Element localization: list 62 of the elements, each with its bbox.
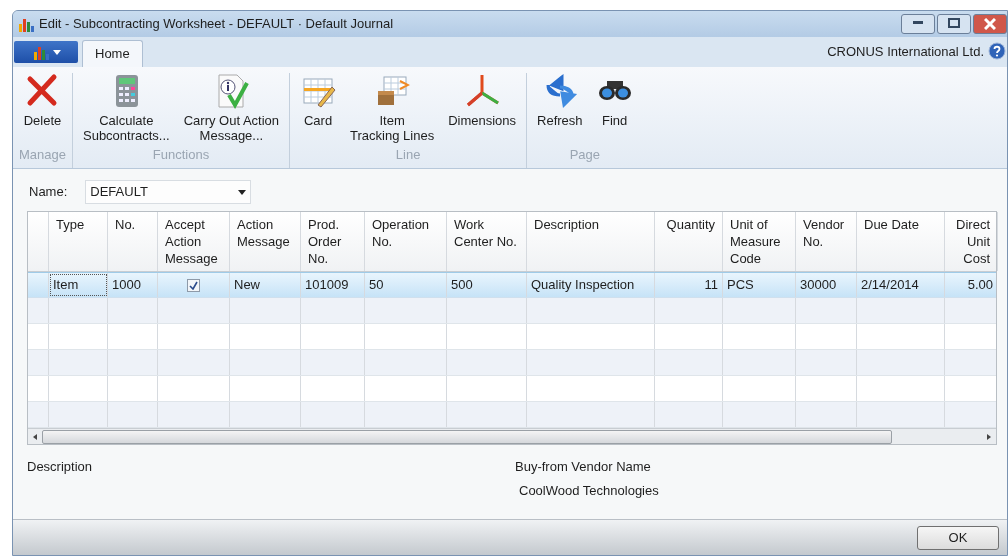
- maximize-button[interactable]: [937, 14, 971, 34]
- table-cell: 101009: [301, 273, 365, 297]
- ribbon-action-button[interactable]: Delete: [19, 73, 66, 128]
- column-header[interactable]: Unit of Measure Code: [723, 212, 796, 271]
- name-label: Name:: [29, 183, 68, 202]
- table-cell: Quality Inspection: [527, 273, 655, 297]
- ribbon-action-button[interactable]: Refresh: [533, 73, 587, 128]
- ribbon-action-button[interactable]: Calculate Subcontracts...: [79, 73, 174, 143]
- ribbon-group-label: Manage: [19, 145, 66, 164]
- column-header[interactable]: Prod. Order No.: [301, 212, 365, 271]
- vendor-name-value: CoolWood Technologies: [519, 481, 659, 500]
- table-cell: New: [230, 273, 301, 297]
- ribbon-action-button[interactable]: Dimensions: [444, 73, 521, 128]
- horizontal-scrollbar[interactable]: [28, 428, 996, 444]
- scroll-right-icon[interactable]: [987, 433, 991, 440]
- company-name: CRONUS International Ltd.: [827, 42, 984, 61]
- minimize-button[interactable]: [901, 14, 935, 34]
- scroll-left-icon[interactable]: [33, 433, 37, 440]
- table-row[interactable]: Item 1000 New 101009 50 500 Quality Inspection 11 PCS 30000 2/14/2014 5.00: [28, 272, 996, 298]
- description-label: Description: [27, 458, 94, 476]
- column-header[interactable]: Direct Unit Cost: [945, 212, 998, 271]
- column-header[interactable]: Due Date: [857, 212, 945, 271]
- axes-icon: [464, 73, 501, 109]
- application-menu-button[interactable]: [14, 41, 78, 63]
- table-cell: 1000: [108, 273, 158, 297]
- vendor-name-label: Buy-from Vendor Name: [515, 458, 652, 476]
- column-header[interactable]: No.: [108, 212, 158, 271]
- table-cell: PCS: [723, 273, 796, 297]
- ribbon-tab[interactable]: Home: [82, 40, 143, 67]
- caret-icon: [52, 49, 61, 55]
- maximize-icon: [948, 18, 960, 30]
- scrollbar-thumb[interactable]: [42, 429, 892, 444]
- ribbon-action-button[interactable]: Carry Out Action Message...: [179, 73, 284, 143]
- table-cell: 11: [655, 273, 723, 297]
- ribbon-group-label: Page: [569, 145, 600, 164]
- ribbon-group-label: Line: [395, 145, 421, 164]
- close-button[interactable]: [973, 14, 1007, 34]
- caret-icon: [238, 189, 247, 195]
- table-cell: 5.00: [945, 273, 996, 297]
- column-header[interactable]: Description: [527, 212, 655, 271]
- ok-button[interactable]: OK: [917, 525, 999, 550]
- ribbon-action-button[interactable]: Card: [296, 73, 341, 128]
- name-dropdown[interactable]: DEFAULT: [85, 180, 252, 204]
- column-header[interactable]: Work Center No.: [447, 212, 527, 271]
- table-cell: 2/14/2014: [857, 273, 945, 297]
- column-header[interactable]: Quantity: [655, 212, 723, 271]
- table-cell: 30000: [796, 273, 857, 297]
- ribbon-action-button[interactable]: Find: [592, 73, 637, 128]
- table-cell: Item: [49, 273, 108, 297]
- help-icon: [988, 42, 1006, 61]
- column-header[interactable]: Type: [49, 212, 108, 271]
- ribbon-action-button[interactable]: Item Tracking Lines: [346, 73, 439, 143]
- ribbon-group-label: Functions: [152, 145, 210, 164]
- column-header[interactable]: Vendor No.: [796, 212, 857, 271]
- table-cell: 50: [365, 273, 447, 297]
- checkbox[interactable]: [187, 278, 200, 292]
- column-header[interactable]: Accept Action Message: [158, 212, 230, 271]
- close-icon: [984, 18, 996, 30]
- column-header[interactable]: Operation No.: [365, 212, 447, 271]
- window-title: Edit - Subcontracting Worksheet - DEFAULT · Default Journal: [39, 15, 394, 34]
- column-header[interactable]: Action Message: [230, 212, 301, 271]
- table-cell: 500: [447, 273, 527, 297]
